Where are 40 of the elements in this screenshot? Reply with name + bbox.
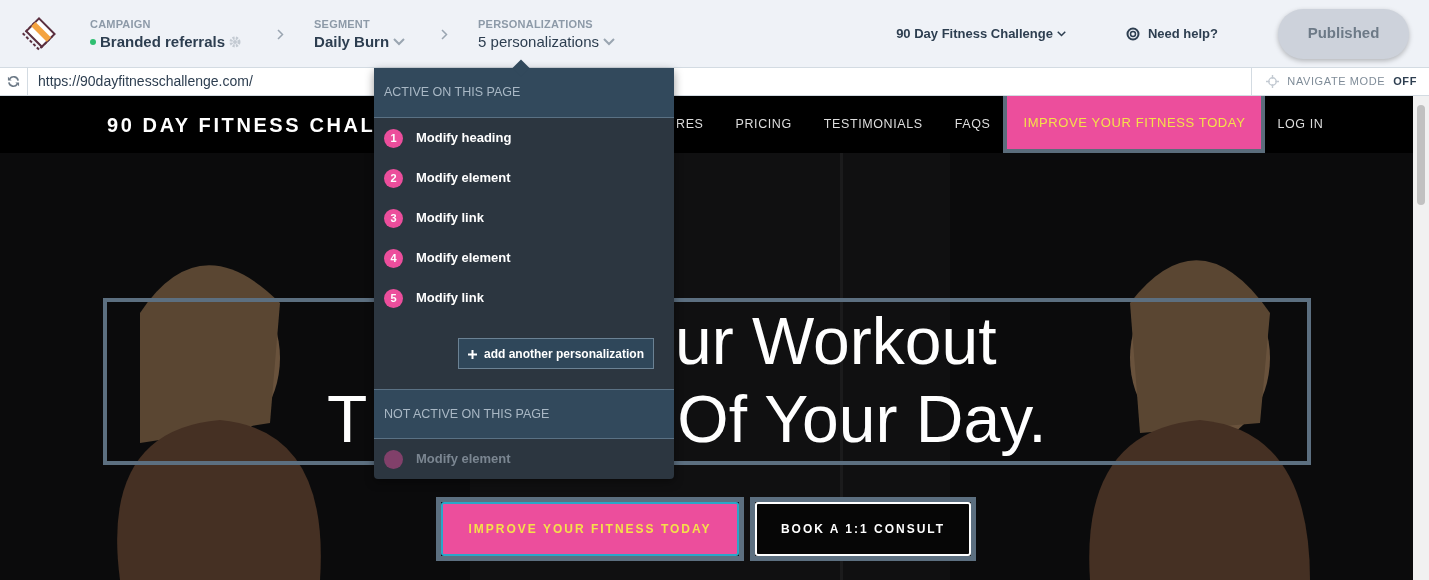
navigate-mode-toggle[interactable]: OFF [1393,73,1417,90]
menu-item[interactable]: 2 Modify element [374,158,674,198]
add-button[interactable]: add another personalization [457,338,654,369]
nav-link[interactable]: RES [676,115,704,134]
lifebuoy-icon[interactable] [1125,26,1140,41]
section-heading: NOT ACTIVE ON THIS PAGE [384,405,550,423]
number-badge: 1 [384,128,403,148]
menu-item[interactable]: 5 Modify link [374,278,674,318]
refresh-icon[interactable] [7,75,20,88]
site-selector[interactable]: 90 Day Fitness Challenge [896,23,1053,44]
nav-link[interactable]: FAQS [954,115,991,134]
site-brand[interactable]: 90 DAY FITNESS CHAL [107,113,376,136]
menu-item[interactable]: 1 Modify heading [374,118,674,158]
nav-link[interactable]: PRICING [735,115,792,134]
help-link[interactable]: Need help? [1147,23,1218,44]
crumb-value[interactable]: Daily Burn [314,32,390,51]
nav-link[interactable]: TESTIMONIALS [823,115,923,134]
crumb-label: CAMPAIGN [90,17,152,33]
number-badge: 5 [384,288,403,308]
scrollbar[interactable] [1413,96,1429,580]
menu-item[interactable]: 4 Modify element [374,238,674,278]
hero-heading: T [327,381,368,458]
crosshair-icon[interactable] [1266,75,1280,88]
number-badge: 4 [384,248,403,268]
crumb-value[interactable]: Branded referrals [100,32,226,51]
section-heading: ACTIVE ON THIS PAGE [384,84,521,102]
crumb-label: SEGMENT [314,17,371,33]
number-badge: 3 [384,208,403,228]
gear-icon[interactable] [229,35,242,48]
hero-heading: ur Workout [675,303,997,380]
crumb-label: PERSONALIZATIONS [478,17,594,33]
hero-button[interactable]: BOOK A 1:1 CONSULT [755,502,971,556]
hero-heading: Of Your Day. [677,381,1047,458]
chevron-down-icon[interactable] [1056,30,1066,37]
menu-item[interactable]: 3 Modify link [374,198,674,238]
number-badge: 2 [384,168,403,188]
scrollbar-thumb[interactable] [1417,105,1425,205]
crumb-value[interactable]: 5 personalizations [478,32,599,51]
nav-link[interactable]: LOG IN [1277,115,1324,134]
navigate-mode-label: NAVIGATE MODE [1287,74,1386,90]
